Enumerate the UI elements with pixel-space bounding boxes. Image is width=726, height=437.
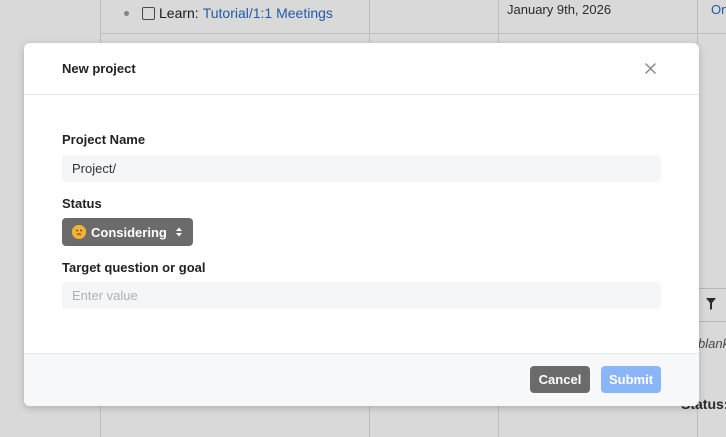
updown-chevron-icon <box>175 226 183 238</box>
submit-button[interactable]: Submit <box>601 366 661 393</box>
thinking-face-icon <box>72 225 86 239</box>
target-goal-label: Target question or goal <box>62 260 206 275</box>
dialog-header: New project <box>24 43 699 95</box>
close-button[interactable] <box>641 59 659 77</box>
new-project-dialog: New project Project Name Status Consider… <box>24 43 699 406</box>
status-select[interactable]: Considering <box>62 218 193 246</box>
status-select-value: Considering <box>91 224 167 240</box>
project-name-label: Project Name <box>62 132 146 147</box>
dialog-title: New project <box>62 61 136 76</box>
target-goal-input[interactable] <box>62 282 661 309</box>
dialog-footer: Cancel Submit <box>24 353 699 406</box>
project-name-input[interactable] <box>62 155 661 182</box>
close-icon <box>644 62 656 74</box>
cancel-button[interactable]: Cancel <box>530 366 590 393</box>
status-label: Status <box>62 196 102 211</box>
dialog-body: Project Name Status Considering Target q… <box>24 95 699 309</box>
